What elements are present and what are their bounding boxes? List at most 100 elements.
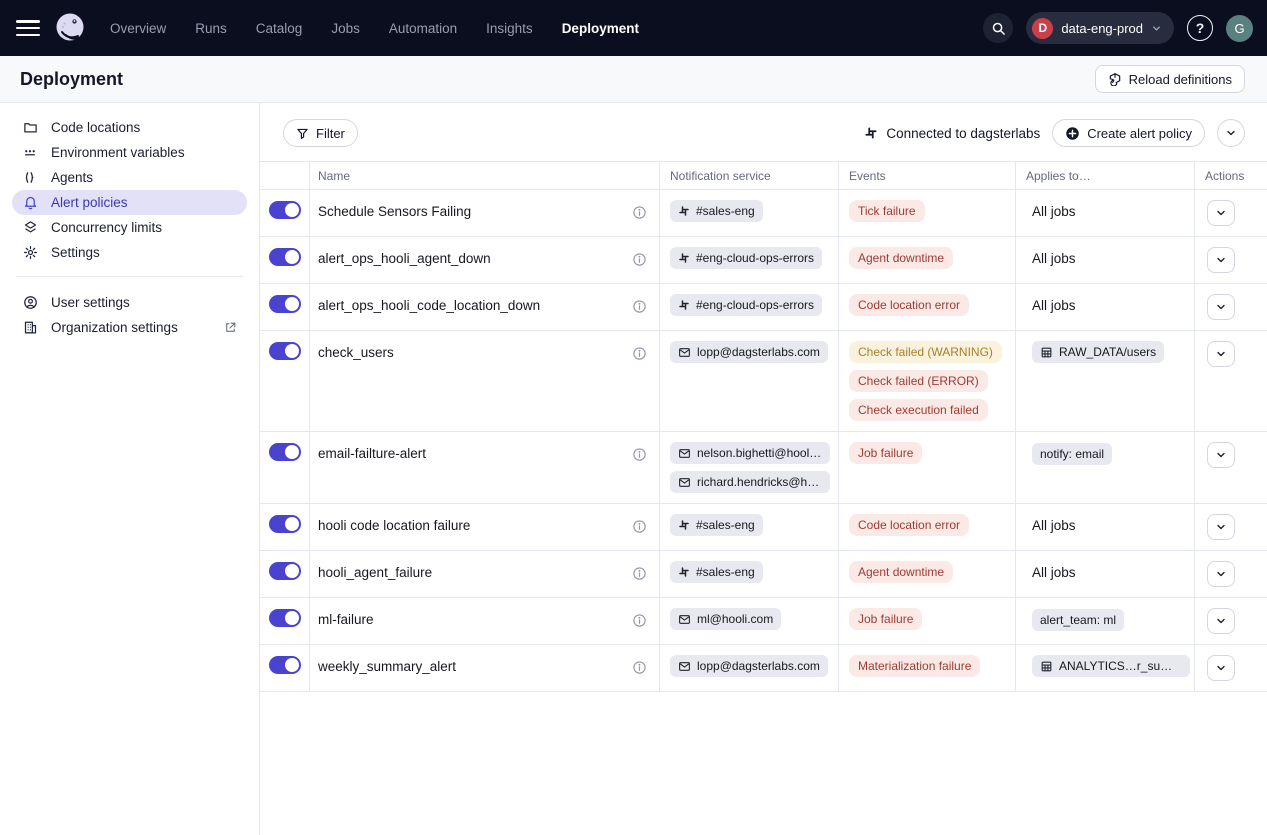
events-cell: Code location error bbox=[839, 504, 1016, 550]
dagster-logo-icon[interactable] bbox=[52, 10, 88, 46]
event-badge: Job failure bbox=[849, 442, 922, 464]
chevron-down-icon bbox=[1225, 127, 1237, 139]
info-icon[interactable] bbox=[632, 299, 647, 314]
user-avatar[interactable]: G bbox=[1226, 15, 1253, 42]
info-icon[interactable] bbox=[632, 205, 647, 220]
nav-item-jobs[interactable]: Jobs bbox=[331, 21, 360, 36]
info-icon[interactable] bbox=[632, 447, 647, 462]
info-icon[interactable] bbox=[632, 346, 647, 361]
policy-enabled-toggle[interactable] bbox=[269, 656, 301, 674]
info-icon[interactable] bbox=[632, 252, 647, 267]
nav-item-runs[interactable]: Runs bbox=[195, 21, 227, 36]
nav-item-catalog[interactable]: Catalog bbox=[256, 21, 303, 36]
search-button[interactable] bbox=[983, 13, 1013, 43]
event-badge: Code location error bbox=[849, 294, 969, 316]
row-actions-button[interactable] bbox=[1207, 294, 1235, 320]
chevron-down-icon bbox=[1215, 521, 1227, 533]
policy-name: Schedule Sensors Failing bbox=[318, 204, 471, 219]
policy-enabled-toggle[interactable] bbox=[269, 201, 301, 219]
name-cell: ml-failure bbox=[310, 598, 660, 644]
sidebar-item-user-settings[interactable]: User settings bbox=[12, 290, 247, 315]
email-pill: nelson.bighetti@hooli.co… bbox=[670, 442, 830, 464]
row-actions-button[interactable] bbox=[1207, 341, 1235, 367]
events-cell: Code location error bbox=[839, 284, 1016, 330]
applies-to-cell: notify: email bbox=[1016, 432, 1195, 503]
policy-name: ml-failure bbox=[318, 612, 374, 627]
applies-to-text: All jobs bbox=[1032, 518, 1076, 533]
filter-button[interactable]: Filter bbox=[283, 119, 358, 147]
asset-table-icon bbox=[1040, 660, 1053, 673]
notification-label: #sales-eng bbox=[696, 565, 755, 579]
toggle-cell bbox=[260, 432, 310, 503]
sidebar-item-settings[interactable]: Settings bbox=[12, 240, 247, 265]
row-actions-button[interactable] bbox=[1207, 655, 1235, 681]
create-alert-policy-button[interactable]: Create alert policy bbox=[1052, 119, 1205, 147]
policy-enabled-toggle[interactable] bbox=[269, 342, 301, 360]
user-icon bbox=[22, 295, 38, 310]
slack-icon bbox=[678, 252, 690, 264]
sidebar-item-organization-settings[interactable]: Organization settings bbox=[12, 315, 247, 340]
notification-service-cell: #sales-eng bbox=[660, 504, 839, 550]
notification-label: lopp@dagsterlabs.com bbox=[697, 345, 820, 359]
policy-enabled-toggle[interactable] bbox=[269, 248, 301, 266]
alert-policies-toolbar: Filter Connected to dagsterlabs Create a… bbox=[260, 103, 1267, 161]
asset-table-icon bbox=[1040, 346, 1053, 359]
sidebar-item-code-locations[interactable]: Code locations bbox=[12, 115, 247, 140]
deployment-switcher[interactable]: D data-eng-prod bbox=[1026, 12, 1174, 44]
applies-to-label: alert_team: ml bbox=[1040, 613, 1116, 627]
reload-definitions-button[interactable]: Reload definitions bbox=[1095, 65, 1245, 93]
policy-enabled-toggle[interactable] bbox=[269, 443, 301, 461]
applies-to-cell: RAW_DATA/users bbox=[1016, 331, 1195, 431]
info-icon[interactable] bbox=[632, 613, 647, 628]
hamburger-menu-icon[interactable] bbox=[16, 20, 40, 36]
notification-service-cell: lopp@dagsterlabs.com bbox=[660, 331, 839, 431]
create-policy-dropdown-button[interactable] bbox=[1217, 119, 1245, 147]
nav-item-automation[interactable]: Automation bbox=[389, 21, 457, 36]
alert-policies-table-body: Schedule Sensors Failing#sales-engTick f… bbox=[260, 190, 1267, 692]
help-button[interactable]: ? bbox=[1187, 15, 1213, 41]
applies-to-cell: alert_team: ml bbox=[1016, 598, 1195, 644]
notification-service-cell: #eng-cloud-ops-errors bbox=[660, 284, 839, 330]
sidebar-item-environment-variables[interactable]: Environment variables bbox=[12, 140, 247, 165]
event-badge: Job failure bbox=[849, 608, 922, 630]
row-actions-button[interactable] bbox=[1207, 442, 1235, 468]
policy-name: email-failture-alert bbox=[318, 446, 426, 461]
policy-enabled-toggle[interactable] bbox=[269, 562, 301, 580]
policy-name: hooli_agent_failure bbox=[318, 565, 432, 580]
nav-item-insights[interactable]: Insights bbox=[486, 21, 533, 36]
name-cell: alert_ops_hooli_agent_down bbox=[310, 237, 660, 283]
info-icon[interactable] bbox=[632, 660, 647, 675]
info-icon[interactable] bbox=[632, 566, 647, 581]
sidebar-item-agents[interactable]: Agents bbox=[12, 165, 247, 190]
nav-item-deployment[interactable]: Deployment bbox=[562, 21, 639, 36]
chevron-down-icon bbox=[1215, 449, 1227, 461]
nav-item-overview[interactable]: Overview bbox=[110, 21, 166, 36]
event-badge: Agent downtime bbox=[849, 561, 953, 583]
email-icon bbox=[678, 476, 691, 489]
slack-channel-pill: #sales-eng bbox=[670, 200, 763, 222]
chevron-down-icon bbox=[1215, 662, 1227, 674]
name-cell: email-failture-alert bbox=[310, 432, 660, 503]
policy-enabled-toggle[interactable] bbox=[269, 515, 301, 533]
row-actions-button[interactable] bbox=[1207, 247, 1235, 273]
sidebar-item-alert-policies[interactable]: Alert policies bbox=[12, 190, 247, 215]
toggle-cell bbox=[260, 331, 310, 431]
policy-enabled-toggle[interactable] bbox=[269, 609, 301, 627]
row-actions-button[interactable] bbox=[1207, 608, 1235, 634]
applies-to-label: notify: email bbox=[1040, 447, 1104, 461]
row-actions-button[interactable] bbox=[1207, 200, 1235, 226]
layers-icon bbox=[22, 220, 38, 235]
info-icon[interactable] bbox=[632, 519, 647, 534]
sidebar-item-concurrency-limits[interactable]: Concurrency limits bbox=[12, 215, 247, 240]
toggle-cell bbox=[260, 284, 310, 330]
notification-label: lopp@dagsterlabs.com bbox=[697, 659, 820, 673]
chevron-down-icon bbox=[1215, 207, 1227, 219]
row-actions-button[interactable] bbox=[1207, 514, 1235, 540]
external-link-icon bbox=[224, 321, 237, 334]
notification-service-cell: lopp@dagsterlabs.com bbox=[660, 645, 839, 691]
row-actions-button[interactable] bbox=[1207, 561, 1235, 587]
policy-enabled-toggle[interactable] bbox=[269, 295, 301, 313]
agents-icon bbox=[22, 170, 38, 185]
slack-channel-pill: #sales-eng bbox=[670, 561, 763, 583]
notification-service-cell: #sales-eng bbox=[660, 190, 839, 236]
